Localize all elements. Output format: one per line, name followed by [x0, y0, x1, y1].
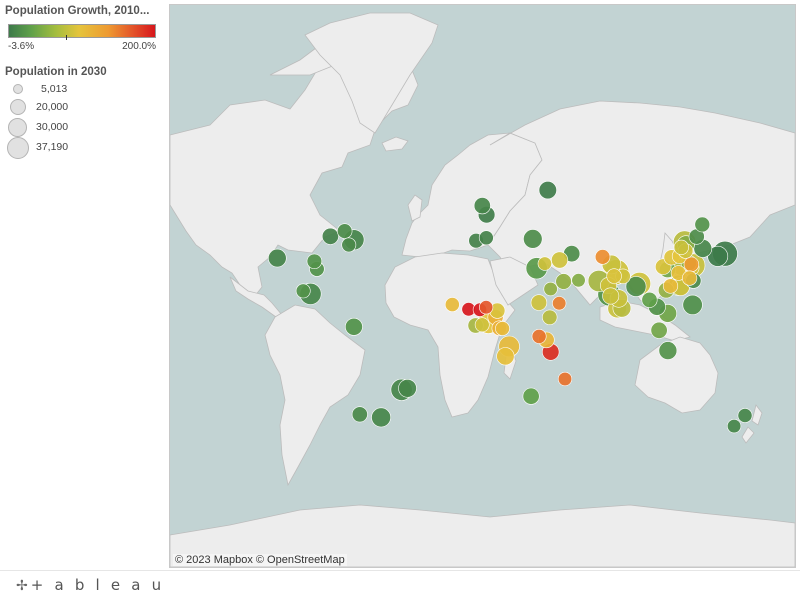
footer-bar: ✢ + a b l e a u	[0, 570, 800, 601]
city-marker[interactable]	[683, 256, 700, 273]
city-marker[interactable]	[531, 328, 547, 344]
city-marker[interactable]	[306, 253, 323, 269]
legend-panel: Population Growth, 2010... -3.6% 200.0% …	[0, 0, 168, 570]
size-circle	[13, 84, 23, 94]
city-marker[interactable]	[444, 297, 460, 312]
city-marker[interactable]	[641, 291, 658, 308]
city-marker[interactable]	[522, 387, 540, 405]
iceland	[381, 136, 409, 152]
british-isles	[407, 194, 423, 222]
city-marker[interactable]	[474, 317, 490, 333]
land-layer	[170, 12, 795, 567]
city-marker[interactable]	[542, 309, 558, 325]
city-marker[interactable]	[543, 281, 558, 297]
color-max-label: 200.0%	[122, 41, 156, 52]
city-marker[interactable]	[351, 406, 368, 423]
city-marker[interactable]	[658, 341, 678, 360]
city-marker[interactable]	[495, 321, 510, 336]
city-marker[interactable]	[557, 371, 573, 387]
city-marker[interactable]	[371, 407, 392, 428]
size-label: 37,190	[36, 141, 69, 153]
city-marker[interactable]	[496, 347, 515, 366]
size-legend-title[interactable]: Population in 2030	[5, 66, 107, 78]
city-marker[interactable]	[571, 273, 586, 288]
city-marker[interactable]	[538, 181, 557, 200]
city-marker[interactable]	[682, 294, 703, 316]
map-attribution[interactable]: © 2023 Mapbox © OpenStreetMap	[173, 554, 347, 566]
city-marker[interactable]	[478, 230, 494, 246]
city-marker[interactable]	[552, 296, 567, 311]
city-marker[interactable]	[551, 251, 569, 269]
city-marker[interactable]	[344, 317, 363, 336]
size-label: 5,013	[41, 83, 68, 95]
size-label: 30,000	[36, 121, 69, 133]
city-marker[interactable]	[398, 378, 417, 398]
city-marker[interactable]	[673, 239, 689, 255]
city-marker[interactable]	[555, 273, 572, 290]
color-legend-title[interactable]: Population Growth, 2010...	[5, 5, 165, 17]
city-marker[interactable]	[479, 300, 494, 315]
city-marker[interactable]	[726, 419, 742, 434]
city-marker[interactable]	[268, 248, 287, 268]
size-circle	[7, 137, 29, 159]
color-ramp	[8, 24, 156, 38]
city-marker[interactable]	[537, 256, 552, 271]
city-marker[interactable]	[681, 270, 698, 286]
size-circle	[8, 118, 27, 137]
color-min-label: -3.6%	[8, 41, 35, 52]
world-map[interactable]: © 2023 Mapbox © OpenStreetMap	[169, 4, 796, 568]
city-marker[interactable]	[602, 287, 620, 305]
city-marker[interactable]	[694, 216, 711, 233]
size-label: 20,000	[36, 101, 69, 113]
city-marker[interactable]	[662, 278, 679, 294]
city-marker[interactable]	[606, 268, 622, 284]
city-marker[interactable]	[594, 249, 611, 265]
city-marker[interactable]	[530, 294, 548, 311]
city-marker[interactable]	[295, 283, 311, 299]
city-marker[interactable]	[473, 197, 491, 215]
city-marker[interactable]	[341, 237, 357, 253]
tableau-logo[interactable]: ✢ + a b l e a u	[16, 576, 164, 594]
city-marker[interactable]	[650, 321, 668, 339]
city-marker[interactable]	[321, 227, 339, 245]
size-circle	[10, 99, 26, 115]
tableau-wordmark: + a b l e a u	[30, 576, 165, 594]
city-marker[interactable]	[737, 408, 753, 423]
city-marker[interactable]	[523, 229, 543, 249]
map-canvas[interactable]	[170, 5, 795, 567]
color-ramp-tick	[66, 35, 67, 40]
city-marker[interactable]	[337, 223, 353, 239]
tableau-mark-icon: ✢	[16, 578, 28, 594]
